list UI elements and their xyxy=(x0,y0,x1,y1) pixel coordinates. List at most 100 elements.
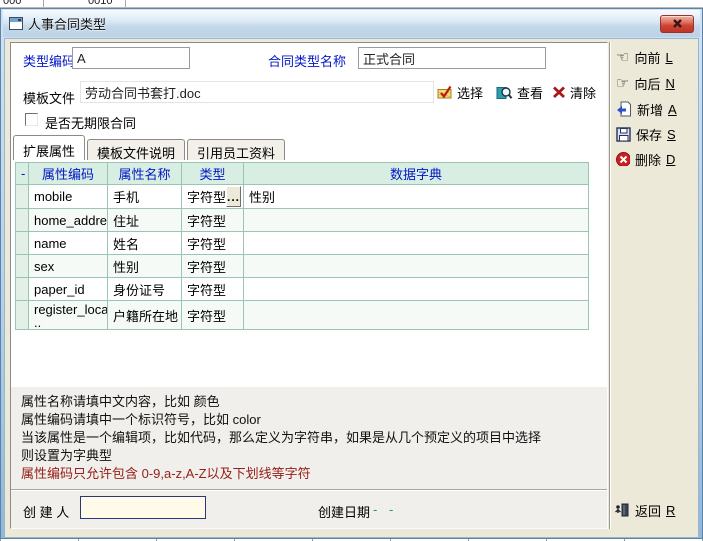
close-icon xyxy=(672,18,683,29)
clear-x-icon xyxy=(552,85,566,99)
view-button-label: 查看 xyxy=(517,83,543,102)
background-window-top-strip: 000 0010 xyxy=(0,0,703,8)
clear-template-button[interactable]: 清除 xyxy=(552,82,596,102)
next-button[interactable]: ☞ 向后 N xyxy=(616,72,700,94)
select-button-label: 选择 xyxy=(457,83,483,102)
help-warning-line: 属性编码只允许包含 0-9,a-z,A-Z以及下划线等字符 xyxy=(21,463,311,482)
type-code-input[interactable] xyxy=(72,47,190,69)
save-button[interactable]: 保存 S xyxy=(616,123,700,145)
table-row: name 姓名 字符型 xyxy=(16,232,589,255)
tab-template-description[interactable]: 模板文件说明 xyxy=(87,139,185,160)
col-header-attr-name[interactable]: 属性名称 xyxy=(108,163,182,185)
cell-attr-name[interactable]: 户籍所在地 xyxy=(108,301,182,330)
row-indicator[interactable] xyxy=(16,232,29,255)
return-button-label: 返回 xyxy=(635,501,661,520)
cell-attr-code[interactable]: name xyxy=(29,232,108,255)
panel-separator xyxy=(609,42,611,529)
cell-data-dict[interactable] xyxy=(244,209,589,232)
delete-icon xyxy=(616,152,630,166)
row-indicator[interactable] xyxy=(16,255,29,278)
close-button[interactable] xyxy=(660,15,694,33)
grid-line xyxy=(43,0,44,8)
cell-data-dict[interactable] xyxy=(244,232,589,255)
add-button[interactable]: 新增 A xyxy=(616,98,700,120)
cell-attr-name[interactable]: 身份证号 xyxy=(108,278,182,301)
clear-button-label: 清除 xyxy=(570,83,596,102)
help-line: 属性编码请填中一个标识符号，比如 color xyxy=(21,409,261,428)
cell-attr-code[interactable]: paper_id xyxy=(29,278,108,301)
row-indicator[interactable] xyxy=(16,278,29,301)
collapse-corner-cell[interactable]: - xyxy=(16,163,29,185)
cell-data-dict[interactable] xyxy=(244,278,589,301)
select-check-icon xyxy=(437,84,453,100)
cell-data-dict[interactable] xyxy=(244,255,589,278)
cell-type[interactable]: 字符型 xyxy=(182,209,244,232)
save-button-label: 保存 xyxy=(636,125,662,144)
dialog-client-area: 类型编码 合同类型名称 模板文件 选择 xyxy=(4,38,699,538)
indefinite-contract-checkbox[interactable] xyxy=(25,113,38,126)
create-date-value: - - xyxy=(373,502,397,517)
save-shortcut: S xyxy=(667,127,676,142)
delete-button-label: 删除 xyxy=(635,150,661,169)
cell-type[interactable]: 字符型 xyxy=(182,278,244,301)
previous-button[interactable]: ☜ 向前 L xyxy=(616,46,700,68)
template-file-input[interactable] xyxy=(80,81,434,103)
row-indicator[interactable] xyxy=(16,209,29,232)
ellipsis-button[interactable]: ... xyxy=(226,186,241,207)
tab-strip: 扩展属性 模板文件说明 引用员工资料 xyxy=(13,135,287,160)
window-icon xyxy=(9,17,23,31)
grid-line xyxy=(125,0,126,8)
type-name-label: 合同类型名称 xyxy=(268,51,346,70)
help-line: 则设置为字典型 xyxy=(21,445,112,464)
exit-door-icon xyxy=(614,502,630,518)
row-indicator[interactable] xyxy=(16,301,29,330)
table-row: paper_id 身份证号 字符型 xyxy=(16,278,589,301)
create-date-label: 创建日期 xyxy=(318,502,370,521)
view-magnifier-icon xyxy=(496,84,513,100)
indefinite-contract-label: 是否无期限合同 xyxy=(45,113,136,132)
col-header-type[interactable]: 类型 xyxy=(182,163,244,185)
cell-data-dict[interactable]: 性别 xyxy=(244,185,589,209)
cell-attr-code[interactable]: home_addre xyxy=(29,209,108,232)
cell-attr-name[interactable]: 姓名 xyxy=(108,232,182,255)
delete-shortcut: D xyxy=(666,152,675,167)
save-floppy-icon xyxy=(616,127,631,142)
col-header-attr-code[interactable]: 属性编码 xyxy=(29,163,108,185)
previous-button-label: 向前 xyxy=(634,48,660,67)
cell-data-dict[interactable] xyxy=(244,301,589,330)
return-button[interactable]: 返回 R xyxy=(614,499,698,521)
creator-input[interactable] xyxy=(80,496,206,519)
col-header-data-dict[interactable]: 数据字典 xyxy=(244,163,589,185)
cell-attr-code[interactable]: sex xyxy=(29,255,108,278)
new-document-icon xyxy=(616,101,632,117)
tab-extended-attributes[interactable]: 扩展属性 xyxy=(13,135,85,160)
cell-attr-code[interactable]: mobile xyxy=(29,185,108,209)
cell-type[interactable]: 字符型 xyxy=(182,301,244,330)
creator-label: 创 建 人 xyxy=(23,502,69,521)
view-template-button[interactable]: 查看 xyxy=(496,82,543,102)
select-template-button[interactable]: 选择 xyxy=(437,82,483,102)
main-panel: 类型编码 合同类型名称 模板文件 选择 xyxy=(10,42,608,529)
background-cell-text: 000 xyxy=(3,0,21,7)
cell-attr-name[interactable]: 手机 xyxy=(108,185,182,209)
title-bar[interactable]: 人事合同类型 xyxy=(3,10,700,37)
type-code-label: 类型编码 xyxy=(23,51,75,70)
tab-employee-data[interactable]: 引用员工资料 xyxy=(187,139,285,160)
help-line: 属性名称请填中文内容，比如 颜色 xyxy=(21,391,220,410)
previous-shortcut: L xyxy=(665,50,672,65)
cell-attr-name[interactable]: 住址 xyxy=(108,209,182,232)
cell-type[interactable]: 字符型 xyxy=(182,232,244,255)
contract-type-name-input[interactable] xyxy=(358,47,546,69)
cell-type[interactable]: 字符型 xyxy=(182,255,244,278)
dialog-window: 人事合同类型 类型编码 合同类型名称 模板文件 xyxy=(0,8,703,539)
divider xyxy=(11,489,608,491)
attr-code-line2-clipped: .. xyxy=(34,316,102,329)
delete-button[interactable]: 删除 D xyxy=(616,148,700,170)
window-title: 人事合同类型 xyxy=(28,14,660,33)
row-indicator[interactable] xyxy=(16,185,29,209)
cell-type-editing[interactable]: 字符型 ... xyxy=(182,185,244,209)
cell-attr-name[interactable]: 性别 xyxy=(108,255,182,278)
cell-attr-code[interactable]: register_loca .. xyxy=(29,301,108,330)
add-shortcut: A xyxy=(668,102,677,117)
table-row: register_loca .. 户籍所在地 字符型 xyxy=(16,301,589,330)
